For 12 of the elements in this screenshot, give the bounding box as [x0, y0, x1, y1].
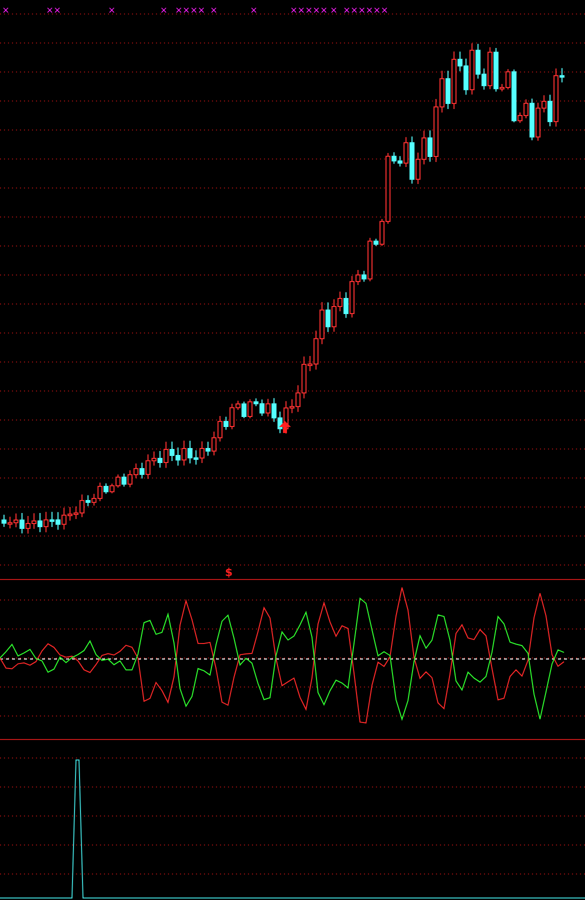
signal-mark: ×××××× — [343, 6, 388, 16]
signal-mark: × — [250, 6, 258, 16]
signal-mark: ××××× — [290, 6, 328, 16]
signal-marker: $ — [225, 566, 233, 579]
up-arrow-icon — [279, 421, 291, 433]
signal-mark: ×××× — [175, 6, 206, 16]
signal-mark: ×× — [46, 6, 62, 16]
signal-mark: × — [108, 6, 116, 16]
signal-mark: × — [160, 6, 168, 16]
signal-mark: × — [2, 6, 10, 16]
signal-mark: × — [210, 6, 218, 16]
signal-mark: × — [330, 6, 338, 16]
